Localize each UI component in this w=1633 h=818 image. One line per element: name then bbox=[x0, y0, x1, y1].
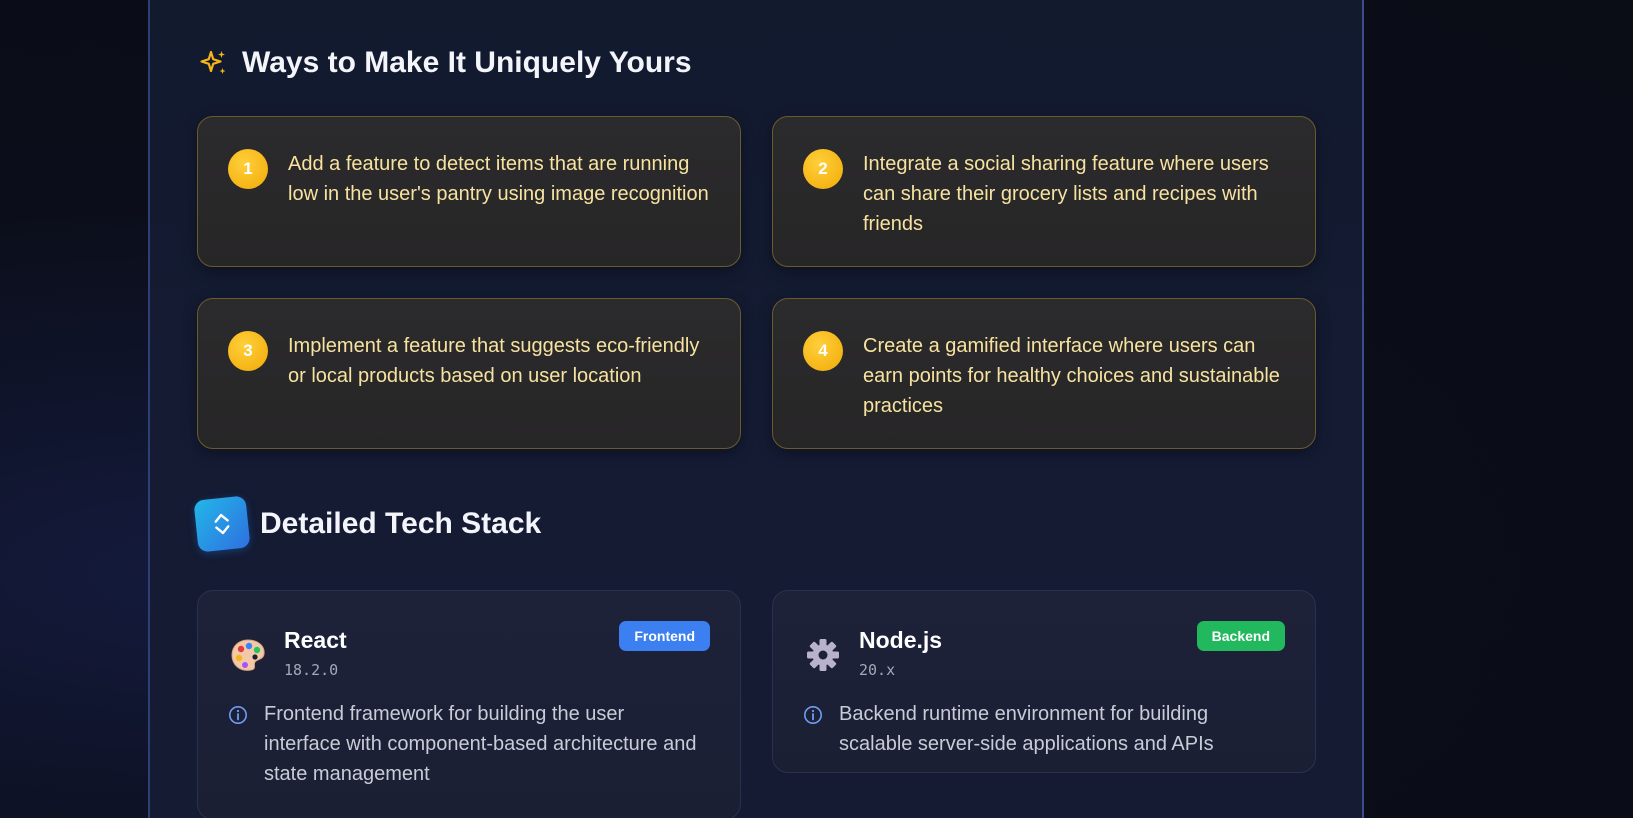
tech-card-nodejs: Node.js 20.x Backend Backend runtime env… bbox=[772, 590, 1316, 773]
ways-title-text: Ways to Make It Uniquely Yours bbox=[242, 46, 692, 79]
tech-card-react: React 18.2.0 Frontend Frontend framework… bbox=[197, 590, 741, 818]
idea-card-2: 2 Integrate a social sharing feature whe… bbox=[772, 116, 1316, 267]
tech-stack-title-text: Detailed Tech Stack bbox=[260, 507, 542, 540]
gear-icon bbox=[807, 639, 839, 671]
idea-number-badge: 2 bbox=[803, 149, 843, 189]
idea-card-4: 4 Create a gamified interface where user… bbox=[772, 298, 1316, 449]
content-panel: Ways to Make It Uniquely Yours 1 Add a f… bbox=[148, 0, 1364, 818]
idea-text: Create a gamified interface where users … bbox=[863, 335, 1280, 417]
info-icon bbox=[804, 706, 822, 724]
idea-card-1: 1 Add a feature to detect items that are… bbox=[197, 116, 741, 267]
ways-section-title: Ways to Make It Uniquely Yours bbox=[198, 46, 692, 80]
idea-number-badge: 4 bbox=[803, 331, 843, 371]
tech-stack-section-title: Detailed Tech Stack bbox=[193, 495, 542, 553]
palette-icon bbox=[231, 639, 265, 671]
info-icon bbox=[229, 706, 247, 724]
sparkle-icon bbox=[200, 50, 226, 74]
idea-text: Add a feature to detect items that are r… bbox=[288, 153, 709, 205]
tech-name: React bbox=[284, 627, 347, 653]
tech-version: 20.x bbox=[859, 661, 896, 679]
tech-description: Frontend framework for building the user… bbox=[264, 703, 697, 785]
idea-number-badge: 3 bbox=[228, 331, 268, 371]
category-badge: Backend bbox=[1196, 621, 1285, 651]
idea-card-3: 3 Implement a feature that suggests eco-… bbox=[197, 298, 741, 449]
category-badge: Frontend bbox=[619, 621, 710, 651]
code-icon bbox=[193, 495, 251, 553]
idea-number-badge: 1 bbox=[228, 149, 268, 189]
tech-description: Backend runtime environment for building… bbox=[839, 703, 1214, 755]
idea-text: Implement a feature that suggests eco-fr… bbox=[288, 335, 700, 387]
tech-name: Node.js bbox=[859, 627, 943, 653]
idea-text: Integrate a social sharing feature where… bbox=[863, 153, 1269, 235]
tech-version: 18.2.0 bbox=[284, 661, 339, 679]
